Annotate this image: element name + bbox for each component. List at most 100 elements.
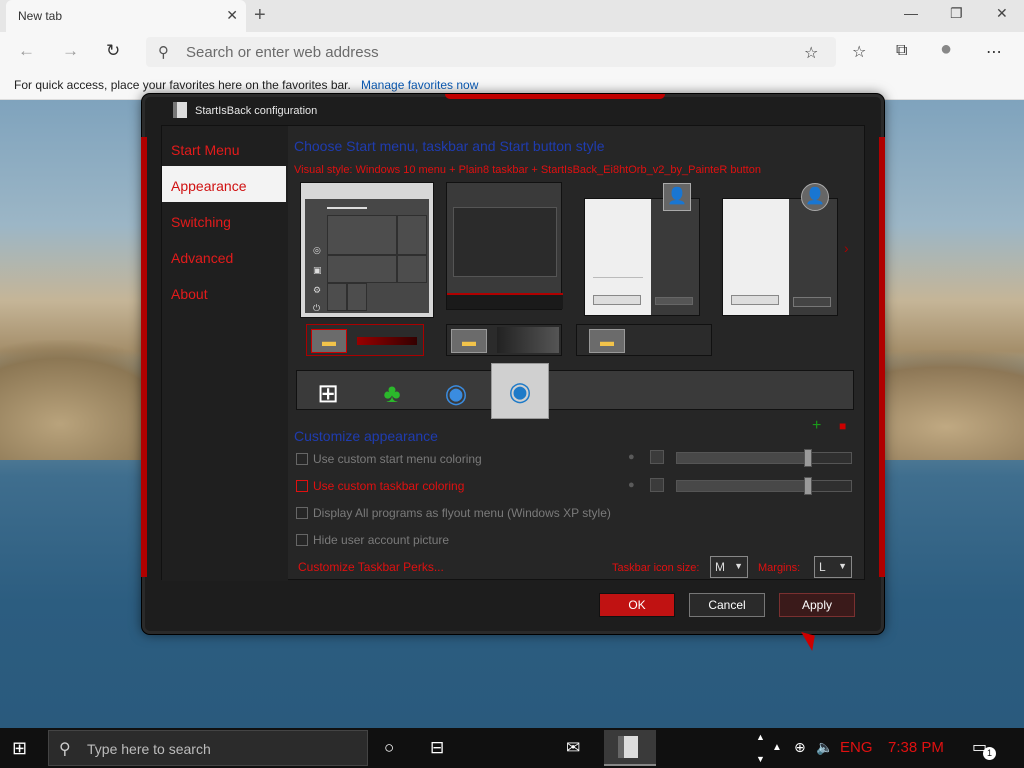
nav-item-appearance[interactable]: Appearance xyxy=(162,166,286,202)
favorite-star-icon[interactable]: ☆ xyxy=(804,43,818,63)
restore-icon[interactable]: ❐ xyxy=(950,5,963,22)
option-label: Use custom taskbar coloring xyxy=(313,479,465,493)
clover-orb-icon[interactable]: ♣ xyxy=(363,373,421,417)
start-menu-style-classic[interactable]: 👤 xyxy=(722,183,838,316)
slider-fill xyxy=(677,481,808,491)
taskbar-color-row: ● xyxy=(628,477,854,495)
manage-favorites-link[interactable]: Manage favorites now xyxy=(361,78,478,92)
start-button-row: ⊞ ♣ ◉ ◉ xyxy=(296,363,854,419)
chevron-down-icon: ▼ xyxy=(838,561,847,571)
color-swatch[interactable] xyxy=(650,450,664,464)
clock[interactable]: 7:38 PM xyxy=(888,739,944,756)
apply-button[interactable]: Apply xyxy=(779,593,855,617)
nav-item-start-menu[interactable]: Start Menu xyxy=(162,130,286,166)
cancel-button[interactable]: Cancel xyxy=(689,593,765,617)
scroll-right-icon[interactable]: › xyxy=(844,240,849,256)
favorites-message: For quick access, place your favorites h… xyxy=(14,78,351,92)
opacity-slider[interactable] xyxy=(676,449,852,467)
menu-tile xyxy=(397,255,427,283)
windows7-orb-icon[interactable]: ◉ xyxy=(427,373,485,417)
option-custom-start-menu-coloring[interactable]: Use custom start menu coloring xyxy=(296,452,482,466)
nav-item-advanced[interactable]: Advanced xyxy=(162,238,286,274)
taskbar-search[interactable]: ⚲ xyxy=(48,730,368,766)
slider-thumb[interactable] xyxy=(803,477,812,495)
slider-thumb[interactable] xyxy=(803,449,812,467)
task-view-icon[interactable]: ⊟ xyxy=(430,738,444,758)
network-icon[interactable]: ⊕ xyxy=(794,739,806,756)
os-taskbar: ⊞ ⚲ ○ ⊟ ✉ ▲ ▼ ▲ ⊕ 🔈 ENG 7:38 PM ▭ 1 xyxy=(0,728,1024,768)
checkbox[interactable] xyxy=(296,507,308,519)
option-hide-user-picture[interactable]: Hide user account picture xyxy=(296,533,449,547)
startisback-dialog: StartIsBack configuration Start Menu App… xyxy=(141,94,885,634)
address-bar[interactable]: ⚲ ☆ xyxy=(146,37,836,67)
windows-start-icon[interactable]: ⊞ xyxy=(12,738,27,759)
visual-style-label: Visual style: Windows 10 menu + Plain8 t… xyxy=(294,164,761,176)
tab-title: New tab xyxy=(18,9,63,23)
start-menu-style-win7[interactable]: 👤 xyxy=(584,183,700,316)
taskbar-app-startisback[interactable] xyxy=(604,730,656,766)
new-tab-icon[interactable]: + xyxy=(254,4,266,27)
window-preview xyxy=(453,207,557,277)
back-icon[interactable]: ← xyxy=(18,41,35,61)
checkbox[interactable] xyxy=(296,453,308,465)
checkbox[interactable] xyxy=(296,480,308,492)
slider-fill xyxy=(677,453,808,463)
color-swatch[interactable] xyxy=(650,478,664,492)
menu-tile xyxy=(347,283,367,311)
checkbox[interactable] xyxy=(296,534,308,546)
selected-orb-icon[interactable]: ◉ xyxy=(491,363,549,419)
nav-item-about[interactable]: About xyxy=(162,274,286,310)
folder-icon: ▬ xyxy=(451,329,487,353)
windows10-orb-icon[interactable]: ⊞ xyxy=(299,373,357,417)
mail-icon[interactable]: ✉ xyxy=(566,738,580,758)
icon-size-label: Taskbar icon size: xyxy=(612,562,700,574)
search-preview xyxy=(655,297,693,305)
tab-close-icon[interactable]: ✕ xyxy=(226,7,238,24)
language-indicator[interactable]: ENG xyxy=(840,739,873,756)
taskbar-search-input[interactable] xyxy=(87,740,347,758)
volume-muted-icon[interactable]: 🔈 xyxy=(816,739,833,756)
option-label: Hide user account picture xyxy=(313,533,450,547)
search-preview xyxy=(793,297,831,307)
margins-select[interactable]: L ▼ xyxy=(814,556,852,578)
start-menu-style-plain[interactable] xyxy=(446,182,563,310)
browser-tab[interactable]: New tab ✕ xyxy=(6,0,246,32)
minimize-icon[interactable]: — xyxy=(904,5,918,21)
tray-expand-icon[interactable]: ▲ xyxy=(772,742,782,753)
profile-icon[interactable]: ● xyxy=(940,38,952,61)
gear-icon: ⚙ xyxy=(313,285,322,295)
cortana-icon[interactable]: ○ xyxy=(384,738,394,758)
forward-icon[interactable]: → xyxy=(62,41,79,61)
icon-size-select[interactable]: M ▼ xyxy=(710,556,748,578)
menu-tile xyxy=(327,255,397,283)
taskbar-style-dark[interactable]: ▬ xyxy=(576,324,712,356)
start-menu-style-win10[interactable]: ◎ ▣ ⚙ ⏻ xyxy=(300,182,434,318)
more-icon[interactable]: ⋯ xyxy=(986,42,1002,62)
window-close-icon[interactable]: ✕ xyxy=(996,5,1008,22)
nav-item-switching[interactable]: Switching xyxy=(162,202,286,238)
favorites-icon[interactable]: ☆ xyxy=(852,42,866,62)
address-input[interactable] xyxy=(186,42,786,62)
scroll-down-icon[interactable]: ▼ xyxy=(756,754,765,764)
collections-icon[interactable]: ⧉ xyxy=(896,42,907,60)
remove-icon[interactable]: ■ xyxy=(839,419,846,433)
app-icon xyxy=(173,102,187,118)
taskbar-style-glass[interactable]: ▬ xyxy=(446,324,562,356)
customize-taskbar-perks-link[interactable]: Customize Taskbar Perks... xyxy=(298,560,444,574)
scroll-up-icon[interactable]: ▲ xyxy=(756,732,765,742)
opacity-slider[interactable] xyxy=(676,477,852,495)
menu-tile xyxy=(327,283,347,311)
user-picture-icon: 👤 xyxy=(801,183,829,211)
select-value: M xyxy=(715,560,725,574)
dialog-accent xyxy=(445,94,665,99)
search-icon: ⚲ xyxy=(59,741,71,758)
add-icon[interactable]: + xyxy=(812,417,821,435)
browser-toolbar: ← → ↻ ⚲ ☆ ☆ ⧉ ● ⋯ xyxy=(0,32,1024,72)
option-flyout-menu[interactable]: Display All programs as flyout menu (Win… xyxy=(296,506,611,520)
option-custom-taskbar-coloring[interactable]: Use custom taskbar coloring xyxy=(296,479,464,493)
ok-button[interactable]: OK xyxy=(599,593,675,617)
option-label: Use custom start menu coloring xyxy=(313,452,482,466)
taskbar-style-red[interactable]: ▬ xyxy=(306,324,424,356)
refresh-icon[interactable]: ↻ xyxy=(106,41,120,61)
menu-tile xyxy=(397,215,427,255)
